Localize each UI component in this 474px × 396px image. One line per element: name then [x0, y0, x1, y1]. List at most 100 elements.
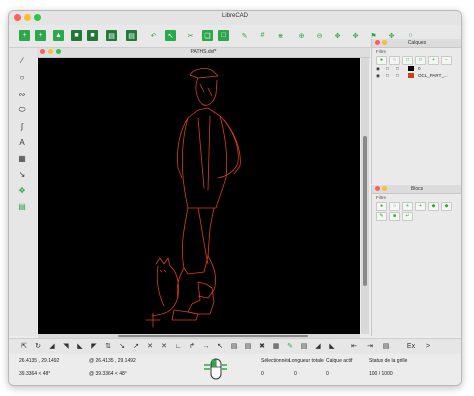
zoom-auto-icon[interactable]: ✥: [332, 30, 343, 41]
command-ex-button[interactable]: Ex: [405, 341, 417, 351]
block-remove-icon[interactable]: ◆: [428, 202, 439, 211]
block-create-icon[interactable]: +: [402, 202, 413, 211]
block-attributes-icon[interactable]: ◆: [441, 202, 452, 211]
layer-lock-all-icon[interactable]: □: [402, 56, 413, 65]
block-save-icon[interactable]: ■: [389, 212, 400, 221]
cut-icon[interactable]: ✂: [185, 30, 196, 41]
drawing-canvas[interactable]: [38, 58, 360, 334]
polyline-trim-icon[interactable]: ◣: [327, 341, 337, 351]
layer-show-all-icon[interactable]: ●: [376, 56, 387, 65]
copy-icon[interactable]: ❏: [202, 30, 213, 41]
entity-text-icon[interactable]: ▤: [299, 341, 309, 351]
layer-lock-icon[interactable]: □: [386, 65, 389, 72]
move-icon[interactable]: ⇱: [19, 341, 29, 351]
hatch-tool-icon[interactable]: ▦: [15, 152, 29, 164]
horizontal-scroll-thumb[interactable]: [118, 335, 308, 337]
dimension-tool-icon[interactable]: ↘: [15, 168, 29, 180]
bevel-icon[interactable]: ∟: [173, 341, 183, 351]
modify-toolbar: ⇱ ↻ ◢ ◥ ◣ ◤ ⇅ ↘ ↗ ✕ ✕ ∟ ↱ → ↖ ▤ ▤ ✖ ▦ ✎ …: [9, 338, 461, 354]
save-icon[interactable]: ■: [71, 30, 82, 41]
layers-dock-header: Calques: [372, 39, 461, 48]
undo-icon[interactable]: ↶: [148, 30, 159, 41]
block-add-icon[interactable]: +: [415, 202, 426, 211]
line-tool-icon[interactable]: ∕: [15, 54, 29, 66]
blocks-dock-title: Blocs: [410, 186, 424, 192]
block-edit-icon[interactable]: ✎: [376, 212, 387, 221]
info-tool-icon[interactable]: ▤: [15, 200, 29, 212]
ellipse-tool-icon[interactable]: ⬭: [15, 104, 29, 116]
layer-lock-icon[interactable]: □: [386, 72, 389, 79]
mouse-icon: [202, 357, 228, 385]
grid-status-value: 100 / 1000: [369, 371, 393, 377]
explode-icon[interactable]: ✎: [285, 341, 295, 351]
snap-grid-icon[interactable]: ⋇: [275, 30, 286, 41]
layer-name: OCL_PART_...: [418, 73, 448, 78]
open-file-icon[interactable]: ▲: [53, 30, 64, 41]
layer-print-icon[interactable]: □: [396, 65, 399, 72]
properties-icon[interactable]: ▤: [229, 341, 239, 351]
delete-icon[interactable]: ✖: [257, 341, 267, 351]
absolute-polar: 39.3364 < 48°: [19, 371, 51, 377]
curve-tool-icon[interactable]: ∾: [15, 88, 29, 100]
blocks-dock-float-icon[interactable]: [382, 186, 387, 191]
pen-icon[interactable]: ✎: [239, 30, 250, 41]
stretch-icon[interactable]: ↖: [215, 341, 225, 351]
relative-polar: @ 39.3364 < 48°: [89, 371, 127, 377]
circle-tool-icon[interactable]: ○: [15, 71, 29, 83]
zoom-previous-icon[interactable]: ✥: [350, 30, 361, 41]
save-as-icon[interactable]: ■: [87, 30, 98, 41]
fillet-icon[interactable]: ↱: [187, 341, 197, 351]
zoom-out-icon[interactable]: ⊖: [314, 30, 325, 41]
revert-direction-icon[interactable]: ⇅: [103, 341, 113, 351]
move-rotate-icon[interactable]: ◣: [75, 341, 85, 351]
layer-visible-icon[interactable]: ◉: [376, 72, 380, 79]
attributes-icon[interactable]: ▤: [243, 341, 253, 351]
zoom-in-icon[interactable]: ⊕: [296, 30, 307, 41]
block-hide-all-icon[interactable]: ○: [389, 202, 400, 211]
mirror-icon[interactable]: ◥: [61, 341, 71, 351]
vertical-scrollbar[interactable]: [361, 58, 369, 334]
explode-text-icon[interactable]: ▦: [271, 341, 281, 351]
snap-tool-icon[interactable]: ✥: [15, 184, 29, 196]
layer-visible-icon[interactable]: ◉: [376, 65, 380, 72]
align-right-icon[interactable]: ⇥: [365, 341, 375, 351]
layer-row[interactable]: ◉ □ □ 0: [372, 65, 461, 72]
scale-icon[interactable]: ◢: [47, 341, 57, 351]
new-file-icon[interactable]: +: [19, 30, 30, 41]
paste-icon[interactable]: □: [218, 30, 229, 41]
rotate-two-icon[interactable]: ◤: [89, 341, 99, 351]
block-show-all-icon[interactable]: ●: [376, 202, 387, 211]
layer-color-swatch: [408, 66, 414, 71]
align-left-icon[interactable]: ⇤: [349, 341, 359, 351]
block-ref-icon[interactable]: ▤: [381, 341, 391, 351]
rotate-icon[interactable]: ↻: [33, 341, 43, 351]
lengthen-icon[interactable]: ✕: [145, 341, 155, 351]
new-template-icon[interactable]: +: [35, 30, 46, 41]
layer-print-icon[interactable]: □: [396, 72, 399, 79]
polyline-tool-icon[interactable]: ∫: [15, 120, 29, 132]
divide-icon[interactable]: →: [201, 341, 211, 351]
total-length-value: 0: [294, 371, 297, 377]
vertical-scroll-thumb[interactable]: [363, 136, 367, 286]
layer-hide-all-icon[interactable]: ○: [389, 56, 400, 65]
select-icon[interactable]: ↖: [165, 30, 176, 41]
polyline-modify-icon[interactable]: ◢: [313, 341, 323, 351]
print-preview-icon[interactable]: ▤: [126, 30, 137, 41]
block-insert-icon[interactable]: ↵: [402, 212, 413, 221]
trim-two-icon[interactable]: ↗: [131, 341, 141, 351]
layers-dock-close-icon[interactable]: [375, 40, 380, 45]
layer-row[interactable]: ◉ □ □ OCL_PART_...: [372, 72, 461, 79]
text-tool-icon[interactable]: A: [15, 136, 29, 148]
layers-filter-label[interactable]: Filtre: [372, 48, 461, 55]
grid-icon[interactable]: #: [257, 30, 268, 41]
offset-icon[interactable]: ✕: [159, 341, 169, 351]
trim-icon[interactable]: ↘: [117, 341, 127, 351]
layer-unlock-all-icon[interactable]: □: [415, 56, 426, 65]
command-next-button[interactable]: >: [423, 341, 433, 351]
layer-remove-icon[interactable]: −: [441, 56, 452, 65]
print-icon[interactable]: ▤: [106, 30, 117, 41]
blocks-filter-label[interactable]: Filtre: [372, 194, 461, 201]
layer-add-icon[interactable]: +: [428, 56, 439, 65]
layers-dock-float-icon[interactable]: [382, 40, 387, 45]
blocks-dock-close-icon[interactable]: [375, 186, 380, 191]
